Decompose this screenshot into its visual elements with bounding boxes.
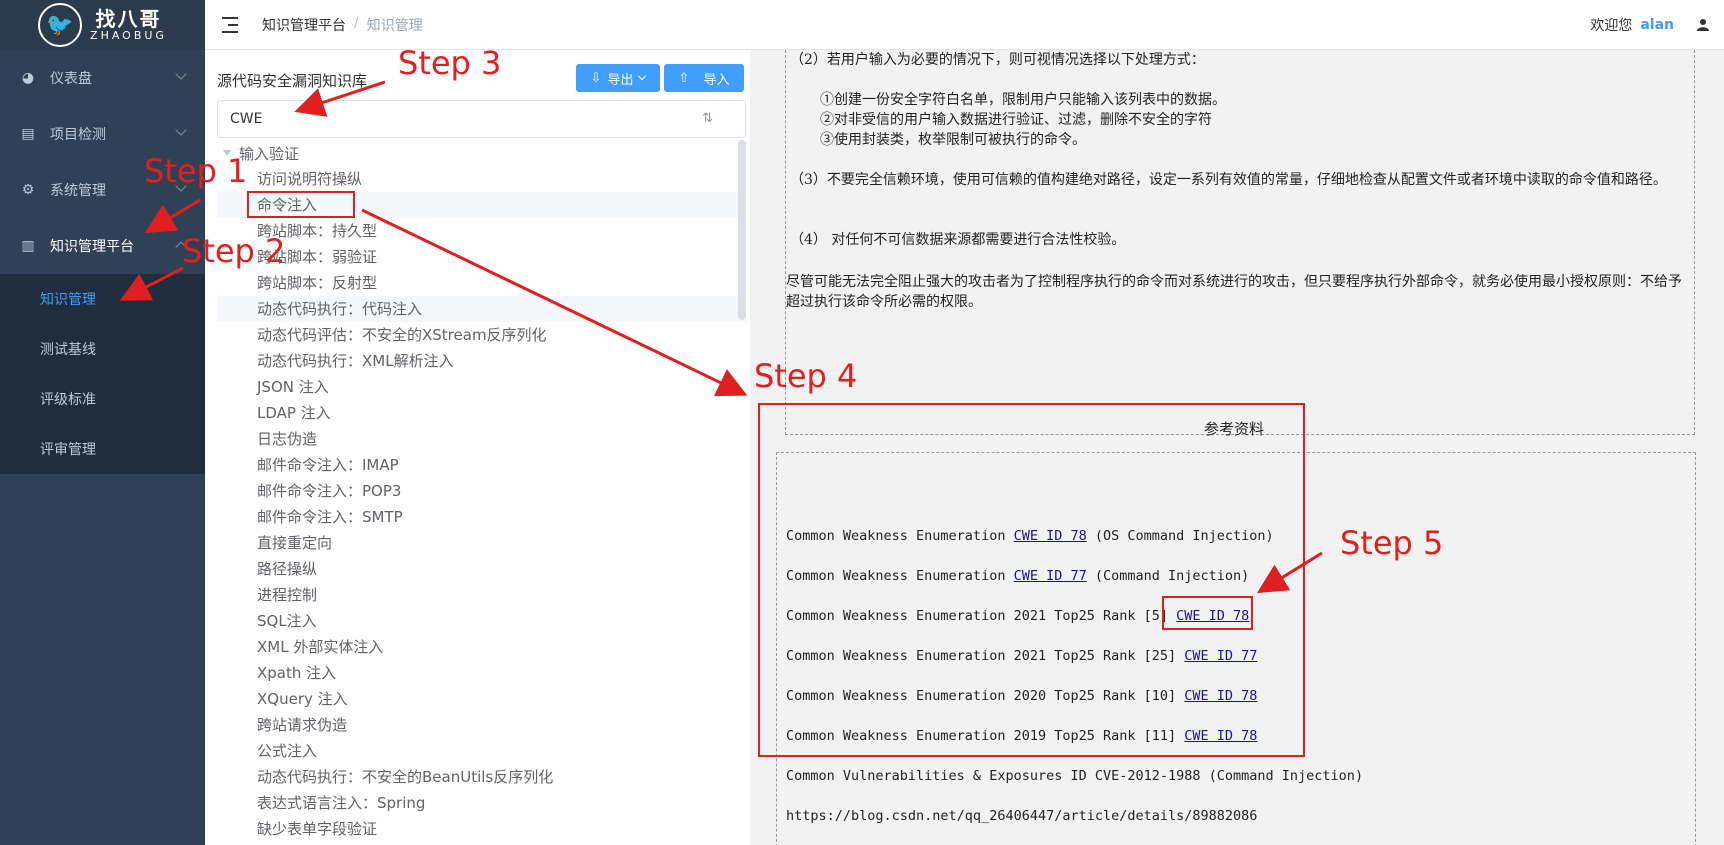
annotation-arrow-step-1 — [144, 198, 201, 234]
annotation-arrow-step-4 — [361, 208, 748, 397]
annotation-arrow-step-5 — [1256, 551, 1323, 594]
annotation-arrow-step-3 — [294, 80, 386, 117]
annotation-arrow-step-2 — [119, 266, 184, 301]
annotation-arrows — [119, 80, 1323, 594]
